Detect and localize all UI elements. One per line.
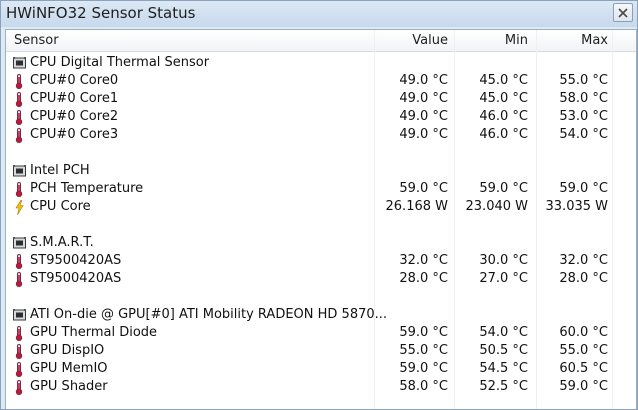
lightning-bolt-icon [12, 198, 26, 216]
thermometer-icon [12, 180, 26, 198]
sensor-row[interactable]: PCH Temperature 59.0 °C 59.0 °C 59.0 °C [6, 180, 636, 198]
sensor-label: CPU#0 Core3 [30, 127, 119, 142]
max-value: 59.0 °C [559, 181, 608, 196]
chip-icon [12, 162, 26, 180]
sensor-status-window: HWiNFO32 Sensor Status Sensor Value Min … [0, 0, 638, 410]
current-value: 26.168 W [385, 199, 448, 214]
min-value: 23.040 W [465, 199, 528, 214]
window-title: HWiNFO32 Sensor Status [6, 4, 196, 22]
current-value: 49.0 °C [399, 109, 448, 124]
group-label: Intel PCH [30, 163, 90, 178]
current-value: 49.0 °C [399, 91, 448, 106]
thermometer-icon [12, 108, 26, 126]
column-header-row: Sensor Value Min Max [6, 30, 636, 52]
group-label: S.M.A.R.T. [30, 235, 94, 250]
sensor-row[interactable]: GPU MemIO 59.0 °C 54.5 °C 60.5 °C [6, 360, 636, 378]
max-value: 33.035 W [545, 199, 608, 214]
sensor-label: CPU Core [30, 199, 91, 214]
current-value: 49.0 °C [399, 73, 448, 88]
min-value: 46.0 °C [479, 109, 528, 124]
thermometer-icon [12, 90, 26, 108]
sensor-group-row[interactable]: S.M.A.R.T. [6, 234, 636, 252]
sensor-rows: CPU Digital Thermal Sensor CPU#0 Core0 49.… [6, 54, 636, 396]
current-value: 59.0 °C [399, 361, 448, 376]
column-header-sensor[interactable]: Sensor [14, 30, 59, 52]
sensor-row[interactable]: ST9500420AS 28.0 °C 27.0 °C 28.0 °C [6, 270, 636, 288]
column-header-min[interactable]: Min [458, 30, 528, 52]
current-value: 59.0 °C [399, 181, 448, 196]
thermometer-icon [12, 360, 26, 378]
title-bar[interactable]: HWiNFO32 Sensor Status [1, 1, 637, 27]
sensor-label: CPU#0 Core1 [30, 91, 119, 106]
sensor-row[interactable]: CPU Core 26.168 W 23.040 W 33.035 W [6, 198, 636, 216]
max-value: 59.0 °C [559, 379, 608, 394]
max-value: 55.0 °C [559, 73, 608, 88]
max-value: 53.0 °C [559, 109, 608, 124]
min-value: 50.5 °C [479, 343, 528, 358]
min-value: 54.0 °C [479, 325, 528, 340]
sensor-list[interactable]: Sensor Value Min Max CPU Digital Thermal… [5, 29, 637, 409]
sensor-row[interactable]: CPU#0 Core1 49.0 °C 45.0 °C 58.0 °C [6, 90, 636, 108]
sensor-label: ST9500420AS [30, 253, 122, 268]
spacer-row [6, 288, 636, 306]
group-label: CPU Digital Thermal Sensor [30, 55, 210, 70]
current-value: 55.0 °C [399, 343, 448, 358]
sensor-label: GPU MemIO [30, 361, 108, 376]
max-value: 28.0 °C [559, 271, 608, 286]
sensor-label: CPU#0 Core0 [30, 73, 119, 88]
sensor-row[interactable]: CPU#0 Core2 49.0 °C 46.0 °C 53.0 °C [6, 108, 636, 126]
thermometer-icon [12, 324, 26, 342]
chip-icon [12, 54, 26, 72]
current-value: 28.0 °C [399, 271, 448, 286]
min-value: 45.0 °C [479, 73, 528, 88]
current-value: 32.0 °C [399, 253, 448, 268]
thermometer-icon [12, 342, 26, 360]
close-icon [618, 7, 628, 18]
spacer-row [6, 216, 636, 234]
max-value: 55.0 °C [559, 343, 608, 358]
min-value: 46.0 °C [479, 127, 528, 142]
max-value: 54.0 °C [559, 127, 608, 142]
sensor-label: ST9500420AS [30, 271, 122, 286]
max-value: 58.0 °C [559, 91, 608, 106]
thermometer-icon [12, 252, 26, 270]
sensor-label: GPU Thermal Diode [30, 325, 158, 340]
thermometer-icon [12, 126, 26, 144]
min-value: 52.5 °C [479, 379, 528, 394]
sensor-row[interactable]: CPU#0 Core0 49.0 °C 45.0 °C 55.0 °C [6, 72, 636, 90]
sensor-label: CPU#0 Core2 [30, 109, 119, 124]
column-header-value[interactable]: Value [378, 30, 448, 52]
current-value: 49.0 °C [399, 127, 448, 142]
thermometer-icon [12, 378, 26, 396]
current-value: 58.0 °C [399, 379, 448, 394]
group-label: ATI On-die @ GPU[#0] ATI Mobility RADEON… [30, 307, 388, 322]
max-value: 60.0 °C [559, 325, 608, 340]
sensor-row[interactable]: GPU DispIO 55.0 °C 50.5 °C 55.0 °C [6, 342, 636, 360]
sensor-group-row[interactable]: ATI On-die @ GPU[#0] ATI Mobility RADEON… [6, 306, 636, 324]
sensor-row[interactable]: GPU Thermal Diode 59.0 °C 54.0 °C 60.0 °C [6, 324, 636, 342]
current-value: 59.0 °C [399, 325, 448, 340]
min-value: 45.0 °C [479, 91, 528, 106]
sensor-label: GPU DispIO [30, 343, 105, 358]
close-button[interactable] [613, 3, 633, 22]
thermometer-icon [12, 72, 26, 90]
chip-icon [12, 306, 26, 324]
thermometer-icon [12, 270, 26, 288]
max-value: 32.0 °C [559, 253, 608, 268]
chip-icon [12, 234, 26, 252]
min-value: 54.5 °C [479, 361, 528, 376]
min-value: 27.0 °C [479, 271, 528, 286]
sensor-group-row[interactable]: Intel PCH [6, 162, 636, 180]
sensor-label: PCH Temperature [30, 181, 144, 196]
min-value: 30.0 °C [479, 253, 528, 268]
sensor-row[interactable]: CPU#0 Core3 49.0 °C 46.0 °C 54.0 °C [6, 126, 636, 144]
sensor-row[interactable]: GPU Shader 58.0 °C 52.5 °C 59.0 °C [6, 378, 636, 396]
sensor-label: GPU Shader [30, 379, 108, 394]
sensor-group-row[interactable]: CPU Digital Thermal Sensor [6, 54, 636, 72]
sensor-row[interactable]: ST9500420AS 32.0 °C 30.0 °C 32.0 °C [6, 252, 636, 270]
max-value: 60.5 °C [559, 361, 608, 376]
min-value: 59.0 °C [479, 181, 528, 196]
spacer-row [6, 144, 636, 162]
column-header-max[interactable]: Max [540, 30, 608, 52]
